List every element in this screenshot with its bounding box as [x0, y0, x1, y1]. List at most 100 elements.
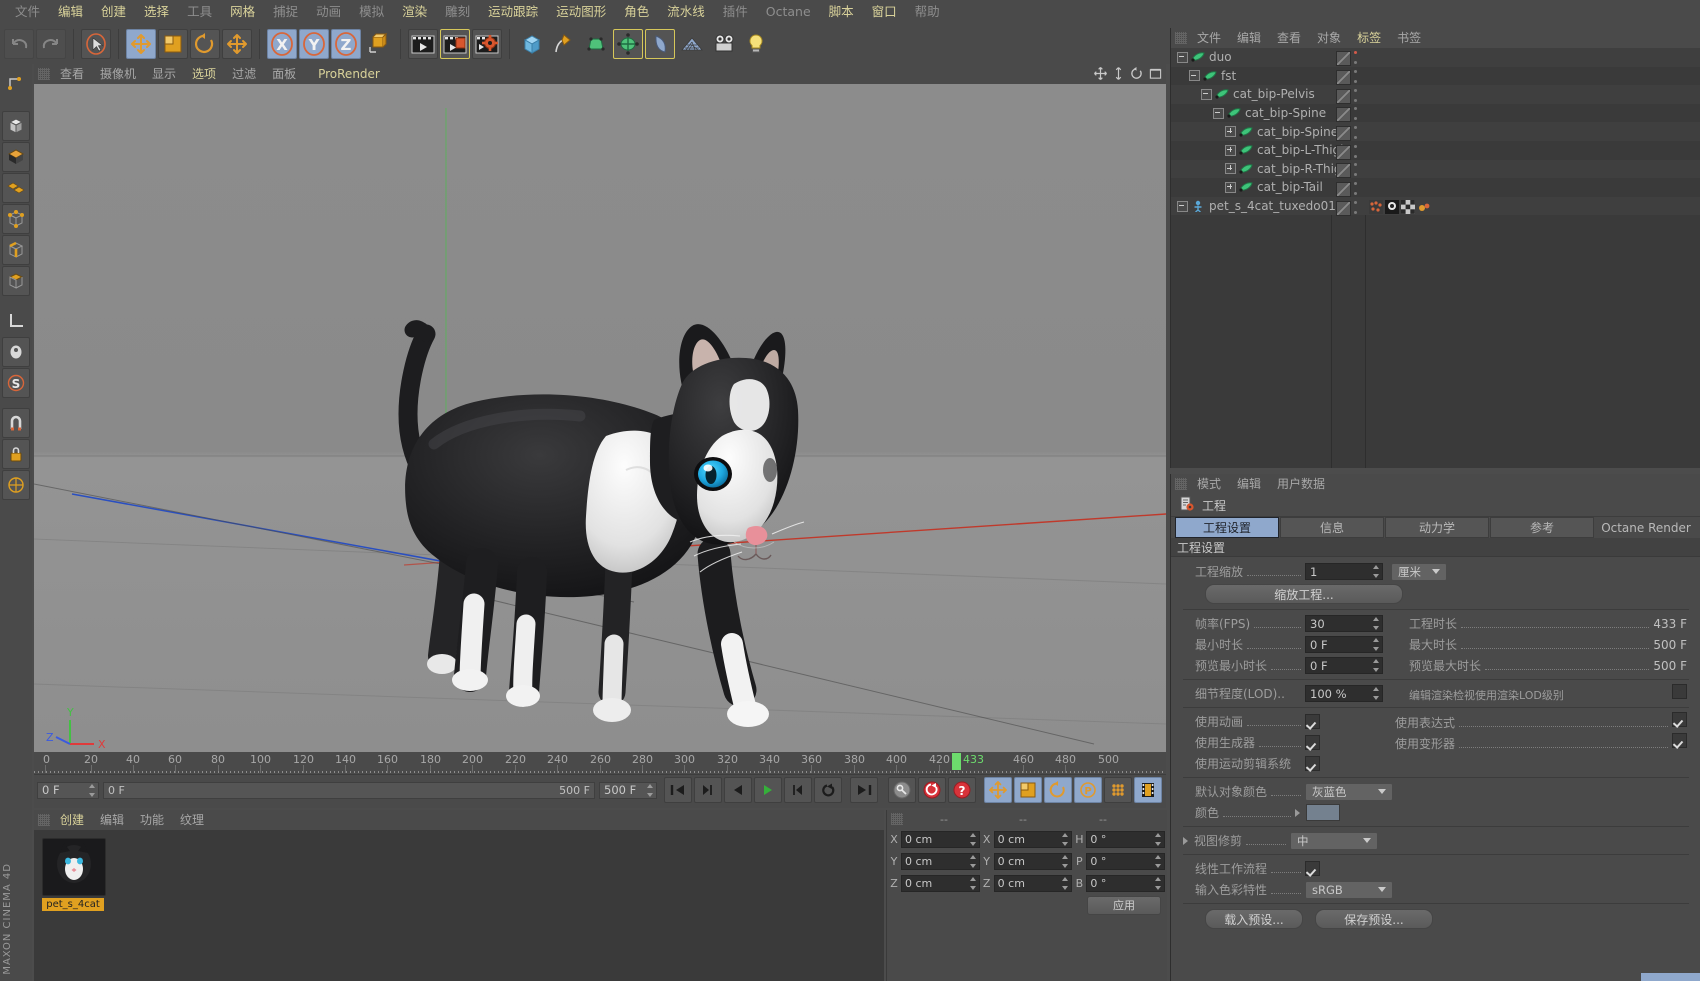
- spinner-icon[interactable]: [969, 854, 977, 868]
- visibility-dots-icon[interactable]: [1353, 70, 1357, 83]
- loop-button[interactable]: [814, 777, 842, 803]
- dot-toggle[interactable]: [1353, 182, 1357, 195]
- dot-toggle[interactable]: [1353, 201, 1357, 214]
- list-item[interactable]: pet_s_4cat: [42, 838, 106, 911]
- expander-icon[interactable]: [1177, 200, 1188, 212]
- dot-toggle[interactable]: [1353, 145, 1357, 158]
- apply-button[interactable]: 应用: [1087, 895, 1161, 915]
- input-size-x[interactable]: 0 cm: [993, 830, 1073, 848]
- viewport-grip-icon[interactable]: [38, 68, 50, 80]
- menu-item-render[interactable]: 渲染: [393, 0, 436, 24]
- spinner-icon[interactable]: [1373, 638, 1380, 651]
- mm-menu-texture[interactable]: 纹理: [172, 810, 212, 830]
- input-lod[interactable]: 100 %: [1305, 685, 1383, 702]
- material-list[interactable]: pet_s_4cat: [34, 830, 884, 981]
- am-menu-mode[interactable]: 模式: [1189, 474, 1229, 494]
- spinner-icon[interactable]: [1062, 854, 1069, 868]
- add-deformer-button[interactable]: [613, 29, 643, 59]
- visibility-dots-icon[interactable]: [1353, 126, 1357, 139]
- object-manager-grip-icon[interactable]: [1175, 32, 1187, 44]
- add-environment-button[interactable]: [645, 29, 675, 59]
- expander-icon[interactable]: [1225, 126, 1236, 138]
- checkbox-use-animation[interactable]: [1305, 714, 1320, 729]
- viewport-menu-view[interactable]: 查看: [52, 64, 92, 84]
- redo-button[interactable]: [36, 29, 66, 59]
- current-frame-marker[interactable]: [952, 753, 961, 770]
- visibility-swatch-icon[interactable]: [1336, 182, 1351, 197]
- checkbox-lod-render[interactable]: [1672, 684, 1687, 699]
- tab-octane-render[interactable]: Octane Render: [1595, 517, 1697, 538]
- input-preview-min-time[interactable]: 0 F: [1305, 657, 1383, 674]
- input-position-x[interactable]: 0 cm: [901, 830, 980, 848]
- snap-magnet-button[interactable]: [2, 408, 30, 438]
- menu-item-edit[interactable]: 编辑: [49, 0, 92, 24]
- dot-toggle[interactable]: [1353, 51, 1357, 64]
- rotate-view-icon[interactable]: [1130, 67, 1143, 83]
- menu-item-pipeline[interactable]: 流水线: [658, 0, 714, 24]
- spinner-icon[interactable]: [647, 783, 654, 797]
- menu-item-select[interactable]: 选择: [135, 0, 178, 24]
- render-to-picture-viewer-button[interactable]: [440, 29, 470, 59]
- input-rotation-h[interactable]: 0 °: [1086, 830, 1166, 848]
- input-position-y[interactable]: 0 cm: [901, 852, 980, 870]
- input-project-scale[interactable]: 1: [1305, 563, 1383, 580]
- dot-toggle[interactable]: [1353, 163, 1357, 176]
- timeline-mode-button[interactable]: [1134, 777, 1162, 803]
- add-light-button[interactable]: [741, 29, 771, 59]
- checkbox-use-motion-clip[interactable]: [1305, 756, 1320, 771]
- table-row[interactable]: pet_s_4cat_tuxedo01: [1171, 196, 1700, 216]
- maximize-view-icon[interactable]: [1149, 67, 1162, 83]
- keyframe-selection-button[interactable]: ?: [948, 777, 976, 803]
- spinner-icon[interactable]: [1155, 832, 1162, 846]
- key-param-button[interactable]: P: [1074, 777, 1102, 803]
- table-row[interactable]: cat_bip-L-Thigh: [1171, 140, 1700, 160]
- table-row[interactable]: duo: [1171, 48, 1700, 67]
- dropdown-project-scale-unit[interactable]: 厘米: [1391, 562, 1447, 581]
- dropdown-view-clipping[interactable]: 中: [1290, 831, 1378, 850]
- spinner-icon[interactable]: [1155, 854, 1162, 868]
- om-menu-edit[interactable]: 编辑: [1229, 28, 1269, 48]
- key-rotation-button[interactable]: [1044, 777, 1072, 803]
- viewport-menu-filter[interactable]: 过滤: [224, 64, 264, 84]
- input-position-z[interactable]: 0 cm: [901, 874, 980, 892]
- viewport-menu-prorender[interactable]: ProRender: [304, 64, 388, 84]
- input-fps[interactable]: 30: [1305, 615, 1383, 632]
- input-rotation-b[interactable]: 0 °: [1086, 874, 1166, 892]
- visibility-swatch-icon[interactable]: [1336, 145, 1351, 160]
- menu-item-octane[interactable]: Octane: [757, 0, 820, 24]
- spinner-icon[interactable]: [89, 783, 96, 797]
- table-row[interactable]: cat_bip-Spine1: [1171, 122, 1700, 141]
- axis-s-button[interactable]: S: [2, 368, 30, 398]
- coordinate-manager-grip-icon[interactable]: [891, 813, 903, 825]
- lock-z-axis-button[interactable]: Z: [331, 29, 361, 59]
- scale-tool-button[interactable]: [158, 29, 188, 59]
- add-generator-button[interactable]: [581, 29, 611, 59]
- world-coordinate-button[interactable]: [363, 29, 393, 59]
- autokeying-button[interactable]: [888, 777, 916, 803]
- spinner-icon[interactable]: [1373, 565, 1380, 578]
- undo-button[interactable]: [4, 29, 34, 59]
- mm-menu-create[interactable]: 创建: [52, 810, 92, 830]
- texture-tag-icon[interactable]: [1385, 200, 1399, 217]
- zoom-view-icon[interactable]: [1113, 67, 1124, 83]
- render-view-button[interactable]: [408, 29, 438, 59]
- spinner-icon[interactable]: [1373, 659, 1380, 672]
- viewport-canvas[interactable]: Y X Z: [34, 84, 1166, 752]
- expander-icon[interactable]: [1225, 163, 1236, 175]
- menu-item-mograph[interactable]: 运动图形: [547, 0, 615, 24]
- go-to-end-button[interactable]: [850, 777, 878, 803]
- dot-toggle[interactable]: [1353, 70, 1357, 83]
- save-preset-button[interactable]: 保存预设...: [1315, 909, 1433, 929]
- pan-view-icon[interactable]: [1094, 67, 1107, 83]
- tag-cell[interactable]: [1336, 126, 1351, 141]
- visibility-swatch-icon[interactable]: [1336, 163, 1351, 178]
- menu-item-plugins[interactable]: 插件: [714, 0, 757, 24]
- timeline-ruler[interactable]: 0 20 40 60 80 100 120 140 160 180 200 22…: [34, 752, 1166, 775]
- spinner-icon[interactable]: [1373, 617, 1380, 630]
- timeline-range-slider[interactable]: 0 F 500 F: [103, 781, 595, 799]
- visibility-dots-icon[interactable]: [1353, 89, 1357, 102]
- table-row[interactable]: cat_bip-Pelvis: [1171, 85, 1700, 104]
- input-current-frame[interactable]: 0 F: [37, 781, 99, 799]
- viewport-menu-options[interactable]: 选项: [184, 64, 224, 84]
- tag-cell[interactable]: [1336, 89, 1351, 104]
